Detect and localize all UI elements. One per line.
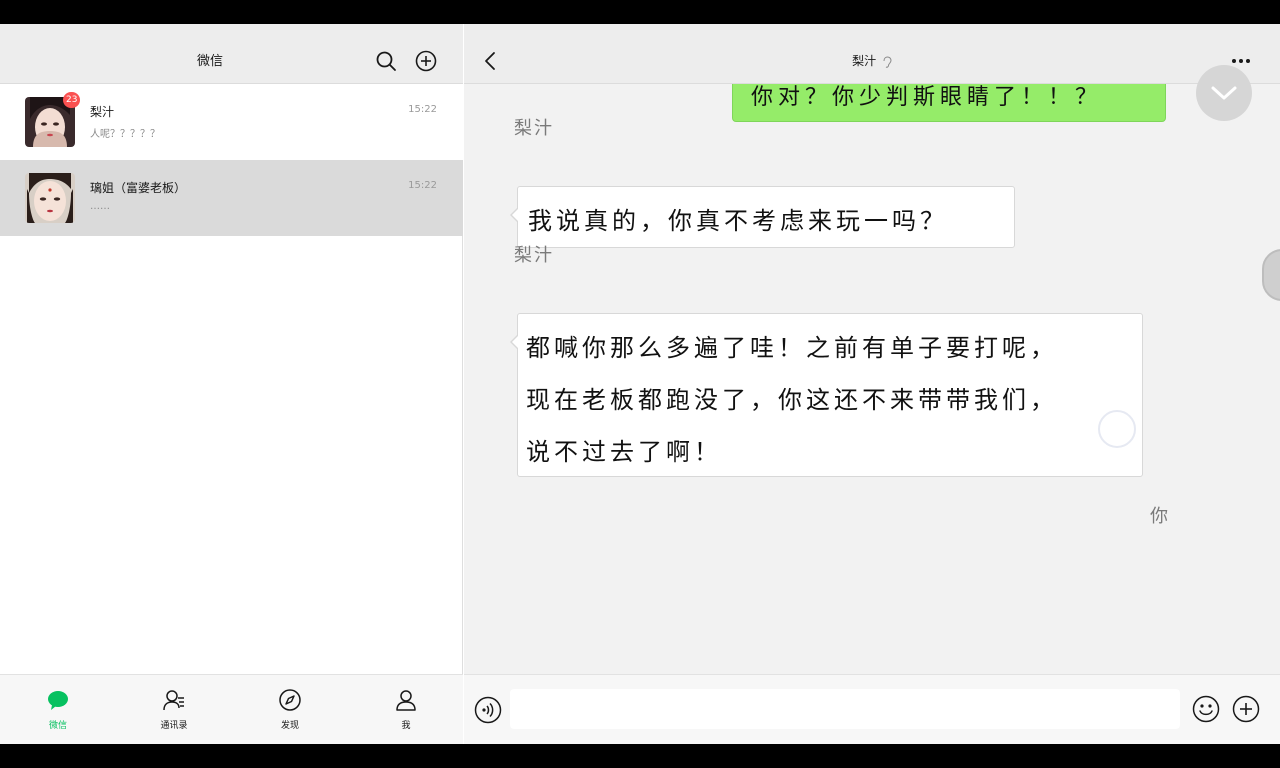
message-input[interactable] [510, 689, 1180, 729]
self-name: 你 [1150, 506, 1168, 527]
conversation-header: 梨汁 [464, 24, 1280, 84]
plus-icon[interactable] [1232, 695, 1260, 723]
more-icon[interactable] [1230, 58, 1252, 64]
person-icon [396, 690, 416, 711]
outgoing-message-bubble[interactable]: 你对？你少判斯眼睛了！！？ [732, 84, 1166, 122]
tab-discover[interactable]: 发现 [232, 675, 348, 744]
chat-preview: 人呢？？？？？ [90, 129, 160, 140]
unread-badge: 23 [63, 92, 81, 108]
chat-time: 15:22 [408, 180, 437, 191]
message-area[interactable]: 你对？你少判斯眼睛了！！？ 梨汁 我说真的，你真不考虑来玩一吗？ 梨汁 都喊你那… [464, 84, 1280, 674]
chat-bubble-icon [48, 691, 68, 710]
chat-time: 15:22 [408, 104, 437, 115]
tab-contacts[interactable]: 通讯录 [116, 675, 232, 744]
tab-label: 发现 [280, 721, 299, 731]
chat-list: 23 梨汁 15:22 人呢？？？？？ 璃姐（富婆老板） 15:22 …… [0, 84, 463, 236]
chat-name: 梨汁 [90, 105, 115, 119]
voice-icon[interactable] [474, 696, 502, 724]
chat-list-panel: 微信 23 梨汁 15:22 人呢？？？？？ 璃姐（富婆老板） 15:22 ……… [0, 24, 463, 744]
incoming-message-bubble[interactable]: 都喊你那么多遍了哇！之前有单子要打呢， 现在老板都跑没了，你这还不来带带我们， … [510, 313, 1143, 477]
tab-label: 我 [401, 721, 411, 731]
scroll-down-button[interactable] [1196, 65, 1252, 121]
avatar-woman-icon [25, 173, 75, 223]
tab-label: 微信 [48, 721, 67, 731]
wechat-window: 微信 23 梨汁 15:22 人呢？？？？？ 璃姐（富婆老板） 15:22 ……… [0, 24, 1280, 744]
conversation-title: 梨汁 [852, 54, 877, 68]
tab-me[interactable]: 我 [348, 675, 464, 744]
message-text-line: 现在老板都跑没了，你这还不来带带我们， [526, 386, 1058, 414]
touch-indicator [1098, 410, 1136, 448]
outgoing-message-text: 你对？你少判斯眼睛了！！？ [751, 85, 1103, 110]
message-text-line: 都喊你那么多遍了哇！之前有单子要打呢， [526, 334, 1058, 362]
conversation-panel: 梨汁 你对？你少判斯眼睛了！！？ 梨汁 我说真的，你真不考虑来玩一吗？ 梨汁 都… [464, 24, 1280, 744]
message-text: 我说真的，你真不考虑来玩一吗？ [528, 207, 948, 235]
chat-list-header: 微信 [0, 24, 463, 84]
tab-chats[interactable]: 微信 [0, 675, 116, 744]
sender-name: 梨汁 [514, 245, 554, 266]
emoji-icon[interactable] [1192, 695, 1220, 723]
search-icon[interactable] [375, 50, 397, 72]
bottom-tab-bar: 微信 通讯录 发现 我 [0, 674, 463, 744]
chat-preview: …… [90, 201, 110, 212]
incoming-message-bubble[interactable]: 我说真的，你真不考虑来玩一吗？ [510, 186, 1015, 248]
tab-label: 通讯录 [160, 721, 188, 731]
chevron-down-icon [1211, 86, 1237, 100]
chat-name: 璃姐（富婆老板） [90, 181, 187, 195]
sender-name: 梨汁 [514, 118, 554, 139]
contacts-icon [163, 690, 184, 711]
input-bar [464, 674, 1280, 744]
ear-icon [883, 55, 892, 68]
add-circle-icon[interactable] [415, 50, 437, 72]
chat-item-lizhi[interactable]: 23 梨汁 15:22 人呢？？？？？ [0, 84, 463, 160]
compass-icon [279, 689, 301, 711]
chat-item-lijie[interactable]: 璃姐（富婆老板） 15:22 …… [0, 160, 463, 236]
message-text-line: 说不过去了啊！ [526, 438, 722, 466]
